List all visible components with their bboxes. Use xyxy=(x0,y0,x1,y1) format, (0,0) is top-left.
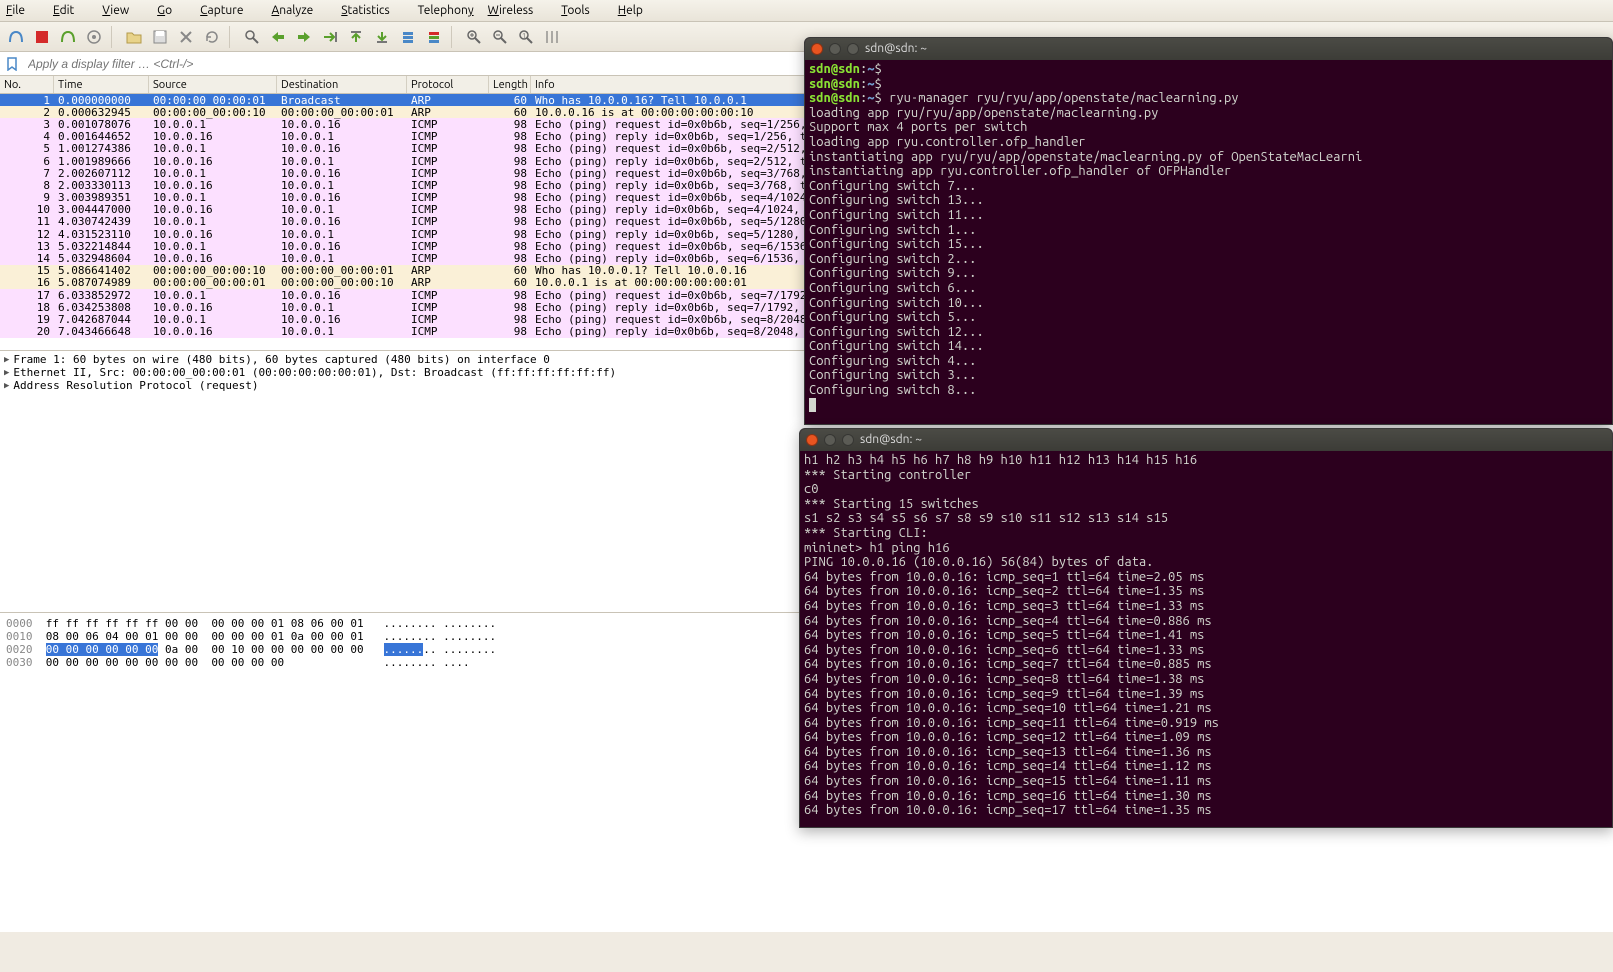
save-file-icon[interactable] xyxy=(148,25,172,49)
go-forward-icon[interactable] xyxy=(292,25,316,49)
go-back-icon[interactable] xyxy=(266,25,290,49)
reload-icon[interactable] xyxy=(200,25,224,49)
menu-wireless[interactable]: Wireless xyxy=(488,4,548,17)
detail-arp[interactable]: Address Resolution Protocol (request) xyxy=(13,379,258,392)
menu-edit[interactable]: Edit xyxy=(53,4,88,17)
svg-text:1: 1 xyxy=(522,32,526,40)
bookmark-filter-icon[interactable] xyxy=(3,55,21,73)
window-maximize-icon[interactable] xyxy=(847,43,859,55)
window-minimize-icon[interactable] xyxy=(824,434,836,446)
restart-capture-icon[interactable] xyxy=(56,25,80,49)
menu-help[interactable]: Help xyxy=(618,4,657,17)
terminal-titlebar[interactable]: sdn@sdn: ~ xyxy=(800,429,1612,451)
window-close-icon[interactable] xyxy=(806,434,818,446)
menu-statistics[interactable]: Statistics xyxy=(341,4,403,17)
goto-first-icon[interactable] xyxy=(344,25,368,49)
zoom-out-icon[interactable] xyxy=(488,25,512,49)
terminal-window-mininet[interactable]: sdn@sdn: ~ h1 h2 h3 h4 h5 h6 h7 h8 h9 h1… xyxy=(799,428,1613,828)
terminal-window-ryu[interactable]: sdn@sdn: ~ sdn@sdn:~$ sdn@sdn:~$ sdn@sdn… xyxy=(804,37,1613,425)
menu-telephony[interactable]: Telephony xyxy=(418,4,474,17)
column-protocol[interactable]: Protocol xyxy=(407,76,489,93)
terminal-titlebar[interactable]: sdn@sdn: ~ xyxy=(805,38,1612,60)
menu-file[interactable]: File xyxy=(6,4,39,17)
stop-capture-icon[interactable] xyxy=(30,25,54,49)
zoom-in-icon[interactable] xyxy=(462,25,486,49)
detail-frame[interactable]: Frame 1: 60 bytes on wire (480 bits), 60… xyxy=(13,353,549,366)
open-file-icon[interactable] xyxy=(122,25,146,49)
menu-analyze[interactable]: Analyze xyxy=(271,4,327,17)
expand-icon[interactable]: ▶ xyxy=(4,381,9,391)
capture-options-icon[interactable] xyxy=(82,25,106,49)
detail-ethernet[interactable]: Ethernet II, Src: 00:00:00_00:00:01 (00:… xyxy=(13,366,616,379)
menu-go[interactable]: Go xyxy=(157,4,186,17)
colorize-icon[interactable] xyxy=(422,25,446,49)
column-source[interactable]: Source xyxy=(149,76,277,93)
column-no[interactable]: No. xyxy=(0,76,54,93)
start-capture-icon[interactable] xyxy=(4,25,28,49)
find-packet-icon[interactable] xyxy=(240,25,264,49)
terminal-title: sdn@sdn: ~ xyxy=(860,433,922,448)
window-minimize-icon[interactable] xyxy=(829,43,841,55)
goto-packet-icon[interactable] xyxy=(318,25,342,49)
zoom-reset-icon[interactable]: 1 xyxy=(514,25,538,49)
column-time[interactable]: Time xyxy=(54,76,149,93)
terminal-body[interactable]: h1 h2 h3 h4 h5 h6 h7 h8 h9 h10 h11 h12 h… xyxy=(800,451,1612,820)
expand-icon[interactable]: ▶ xyxy=(4,368,9,378)
column-destination[interactable]: Destination xyxy=(277,76,407,93)
terminal-title: sdn@sdn: ~ xyxy=(865,42,927,57)
goto-last-icon[interactable] xyxy=(370,25,394,49)
window-maximize-icon[interactable] xyxy=(842,434,854,446)
close-file-icon[interactable] xyxy=(174,25,198,49)
menu-tools[interactable]: Tools xyxy=(561,4,604,17)
auto-scroll-icon[interactable] xyxy=(396,25,420,49)
column-length[interactable]: Length xyxy=(489,76,531,93)
terminal-body[interactable]: sdn@sdn:~$ sdn@sdn:~$ sdn@sdn:~$ ryu-man… xyxy=(805,60,1612,414)
menu-capture[interactable]: Capture xyxy=(200,4,257,17)
resize-columns-icon[interactable] xyxy=(540,25,564,49)
expand-icon[interactable]: ▶ xyxy=(4,355,9,365)
menubar: File Edit View Go Capture Analyze Statis… xyxy=(0,0,1613,22)
menu-view[interactable]: View xyxy=(102,4,143,17)
window-close-icon[interactable] xyxy=(811,43,823,55)
